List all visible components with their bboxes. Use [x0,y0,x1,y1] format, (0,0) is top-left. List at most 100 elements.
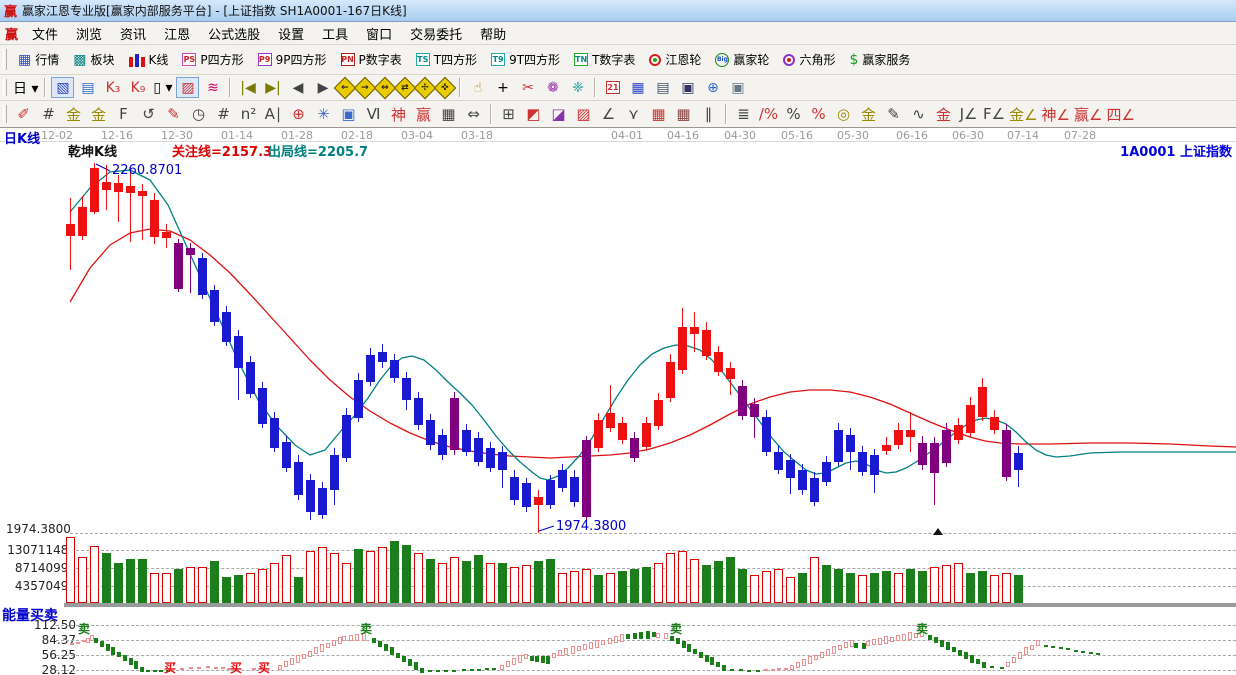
volume-bar [318,547,327,603]
volume-bar [726,557,735,603]
energy-mark [153,670,157,672]
candle-body [714,352,723,372]
volume-bar [546,559,555,603]
energy-mark [1036,640,1040,646]
candle-body [462,430,471,452]
energy-mark [682,641,686,648]
sell-signal-label: 卖 [360,620,372,637]
volume-bar [330,553,339,603]
volume-bar [534,561,543,603]
candle-body [918,443,927,465]
energy-mark [777,668,781,670]
volume-bar [78,557,87,603]
candle-body [774,452,783,470]
buy-signal-label: 买 [258,659,270,675]
candle-body [942,430,951,463]
energy-mark [278,665,282,670]
energy-mark [524,654,528,659]
candle-body [630,438,639,458]
candle-body [402,378,411,400]
candle-body [366,355,375,382]
volume-bar [942,565,951,603]
energy-mark [302,654,306,659]
volume-bar [270,563,279,603]
candle-body [186,248,195,255]
energy-mark [252,668,256,670]
energy-mark [1074,650,1078,652]
volume-bar [414,553,423,603]
energy-mark [308,651,312,657]
candle-body [678,327,687,370]
energy-mark [716,662,720,667]
energy-mark [129,658,133,665]
candle-body [246,362,255,394]
energy-mark [633,633,637,639]
candle-body [270,418,279,448]
candle-body [294,462,303,495]
energy-mark [123,655,127,661]
energy-mark [1081,651,1085,653]
candle-body [90,168,99,212]
volume-bar [522,565,531,603]
candle-body [258,388,267,424]
volume-bar [714,561,723,603]
energy-mark [221,667,225,669]
volume-bar [354,549,363,603]
energy-mark [656,633,660,638]
chart-area[interactable]: 12-0212-1612-3001-1401-2802-1803-0403-18… [0,0,1236,675]
energy-mark [756,670,760,672]
energy-mark [820,652,824,658]
energy-mark [571,646,575,654]
volume-bar [702,565,711,603]
volume-bar [294,577,303,603]
energy-mark [146,670,150,672]
energy-mark [1051,646,1055,648]
energy-mark [106,644,110,651]
energy-mark [784,668,788,670]
energy-mark [854,643,858,648]
volume-bar [210,561,219,603]
energy-mark [180,668,184,670]
candle-body [498,452,507,470]
volume-bar [594,575,603,603]
energy-mark [462,669,466,671]
energy-mark [214,667,218,669]
energy-mark [1089,652,1093,654]
candle-body [786,460,795,478]
candle-body [390,360,399,378]
candle-body [930,443,939,473]
candle-body [594,420,603,448]
energy-mark [934,637,938,643]
energy-mark [832,646,836,654]
energy-mark [878,638,882,645]
volume-bar [90,546,99,603]
candle-body [234,336,243,368]
energy-mark [492,668,496,670]
candle-body [426,420,435,445]
candle-body [450,398,459,450]
energy-mark [1012,657,1016,663]
volume-bar [486,563,495,603]
energy-mark [326,643,330,648]
app-window: 赢 赢家江恩专业版[赢家内部服务平台] - [上证指数 SH1A0001-167… [0,0,1236,675]
energy-mark [189,667,193,669]
candle-body [1014,453,1023,470]
energy-mark [76,642,80,644]
energy-mark [436,670,440,672]
energy-mark [664,633,668,639]
volume-bar [786,577,795,603]
energy-mark [535,656,539,662]
candle-body [1002,430,1011,477]
energy-mark [140,667,144,672]
energy-mark [552,653,556,658]
candle-body [798,470,807,490]
energy-mark [1024,647,1028,655]
candle-body [198,258,207,295]
volume-bar [390,541,399,603]
energy-mark [814,655,818,660]
volume-bar [510,567,519,603]
energy-mark [1018,652,1022,659]
energy-mark [790,665,794,670]
candle-body [474,438,483,462]
volume-bar [606,573,615,603]
